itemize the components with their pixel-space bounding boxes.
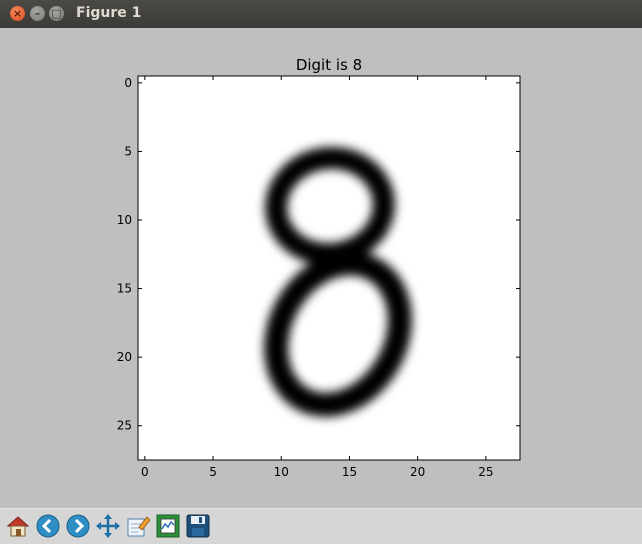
y-tick-label: 5 bbox=[124, 144, 132, 158]
y-tick-label: 20 bbox=[117, 350, 132, 364]
y-tick-label: 25 bbox=[117, 419, 132, 433]
title-bar: × – □ Figure 1 bbox=[0, 0, 642, 28]
zoom-icon[interactable] bbox=[125, 513, 151, 539]
maximize-window-button[interactable]: □ bbox=[49, 6, 64, 21]
chart-title: Digit is 8 bbox=[296, 56, 362, 74]
close-window-button[interactable]: × bbox=[10, 6, 25, 21]
minimize-window-button[interactable]: – bbox=[30, 6, 45, 21]
forward-icon[interactable] bbox=[65, 513, 91, 539]
digit-image-plot: Digit is 8 0 5 10 15 20 25 0 5 10 15 20 25 bbox=[117, 56, 521, 479]
figure-canvas: Digit is 8 0 5 10 15 20 25 0 5 10 15 20 25 bbox=[0, 28, 642, 508]
back-icon[interactable] bbox=[35, 513, 61, 539]
window-title: Figure 1 bbox=[76, 5, 142, 21]
x-tick-label: 5 bbox=[209, 465, 217, 479]
navigation-toolbar bbox=[0, 508, 642, 544]
x-tick-label: 0 bbox=[141, 465, 149, 479]
x-tick-label: 10 bbox=[274, 465, 289, 479]
x-tick-label: 25 bbox=[478, 465, 493, 479]
home-icon[interactable] bbox=[5, 513, 31, 539]
y-tick-label: 0 bbox=[124, 76, 132, 90]
configure-subplots-icon[interactable] bbox=[155, 513, 181, 539]
y-tick-label: 10 bbox=[117, 213, 132, 227]
y-tick-label: 15 bbox=[117, 282, 132, 296]
x-tick-label: 15 bbox=[342, 465, 357, 479]
pan-icon[interactable] bbox=[95, 513, 121, 539]
x-tick-label: 20 bbox=[410, 465, 425, 479]
save-icon[interactable] bbox=[185, 513, 211, 539]
